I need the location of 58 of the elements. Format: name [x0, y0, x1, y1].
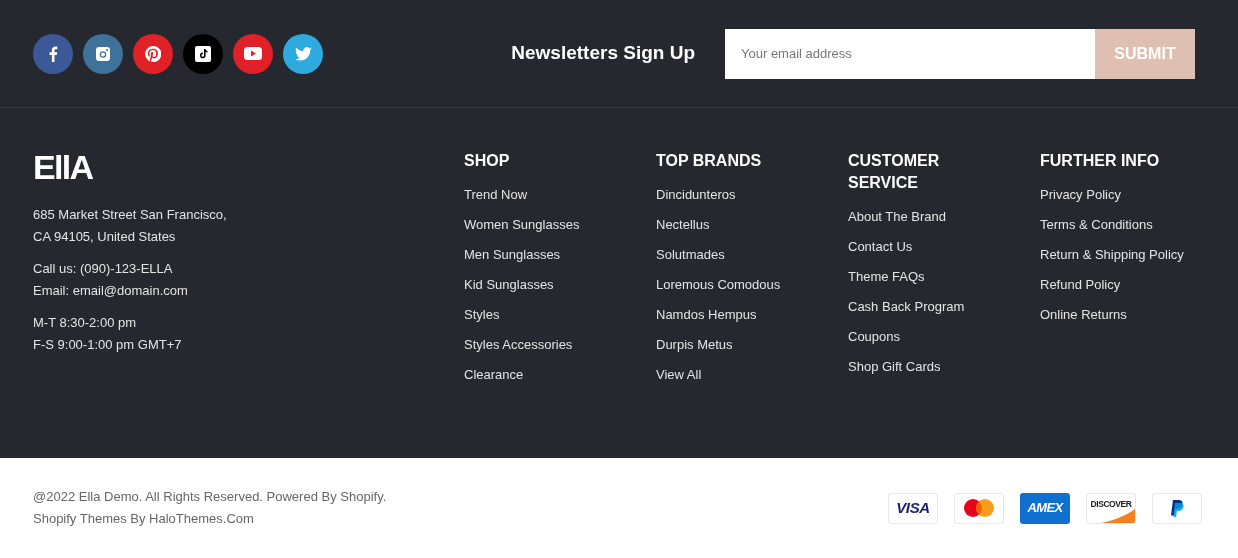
card-brand: DISCOVER [1090, 499, 1132, 508]
footer-link[interactable]: Nectellus [656, 210, 710, 240]
footer-link[interactable]: Online Returns [1040, 300, 1127, 330]
footer-link[interactable]: Women Sunglasses [464, 210, 580, 240]
footer-link[interactable]: Cash Back Program [848, 292, 965, 322]
footer-link[interactable]: Namdos Hempus [656, 300, 757, 330]
card-brand: VISA [896, 497, 930, 518]
social-link[interactable] [133, 33, 173, 74]
social-link[interactable] [183, 33, 223, 74]
footer-link[interactable]: Men Sunglasses [464, 240, 561, 270]
tiktok-icon [195, 45, 211, 62]
footer-link[interactable]: Refund Policy [1040, 270, 1121, 300]
footer-link[interactable]: View All [656, 360, 702, 390]
footer-link[interactable]: Coupons [848, 322, 901, 352]
contact-text: M-T 8:30-2:00 pm [33, 314, 137, 332]
social-link[interactable] [233, 33, 273, 74]
footer-link[interactable]: Shop Gift Cards [848, 352, 941, 382]
footer-link[interactable]: Solutmades [656, 240, 725, 270]
footer-link[interactable]: Theme FAQs [848, 262, 925, 292]
column-heading: SHOP [464, 151, 511, 171]
social-link[interactable] [33, 33, 73, 74]
facebook-icon [48, 45, 58, 62]
brand-logo[interactable]: EllA [33, 150, 93, 184]
footer-link[interactable]: Terms & Conditions [1040, 210, 1153, 240]
swoosh-icon [1101, 508, 1135, 523]
footer-link[interactable]: Kid Sunglasses [464, 270, 554, 300]
footer-link[interactable]: Styles [464, 300, 500, 330]
column-heading: TOP BRANDS [656, 151, 763, 171]
email-input-field[interactable]: Your email address [725, 28, 1095, 79]
footer-link[interactable]: Trend Now [464, 180, 528, 210]
footer-link[interactable]: Return & Shipping Policy [1040, 240, 1184, 270]
footer-link[interactable]: Durpis Metus [656, 330, 733, 360]
footer-link[interactable]: Clearance [464, 360, 524, 390]
newsletter-title: Newsletters Sign Up [511, 41, 695, 66]
contact-text: Email: email@domain.com [33, 282, 188, 300]
contact-text: 685 Market Street San Francisco, [33, 206, 227, 224]
bird-icon [294, 46, 312, 61]
video-play-icon [244, 47, 262, 60]
card-brand: AMEX [1027, 499, 1063, 518]
contact-text: Call us: (090)-123-ELLA [33, 260, 173, 278]
pinterest-icon [145, 45, 161, 62]
contact-text: CA 94105, United States [33, 228, 176, 246]
social-link[interactable] [83, 33, 123, 74]
footer-link[interactable]: Styles Accessories [464, 330, 573, 360]
footer-link[interactable]: Dincidunteros [656, 180, 736, 210]
footer-link[interactable]: Loremous Comodous [656, 270, 781, 300]
column-heading: FURTHER INFO [1040, 151, 1161, 171]
footer-link[interactable]: Privacy Policy [1040, 180, 1121, 210]
social-link[interactable] [283, 33, 323, 74]
copyright-text: @2022 Ella Demo. All Rights Reserved. Powered By Shopify. [33, 488, 387, 506]
credit-text: Shopify Themes By HaloThemes.Com [33, 510, 254, 528]
paypal-icon [1170, 499, 1184, 517]
overlapping-circles-icon [963, 498, 995, 518]
instagram-icon [95, 45, 111, 62]
footer-link[interactable]: About The Brand [848, 202, 947, 232]
column-heading: CUSTOMER SERVICE [848, 151, 941, 193]
contact-text: F-S 9:00-1:00 pm GMT+7 [33, 336, 182, 354]
footer-link[interactable]: Contact Us [848, 232, 913, 262]
